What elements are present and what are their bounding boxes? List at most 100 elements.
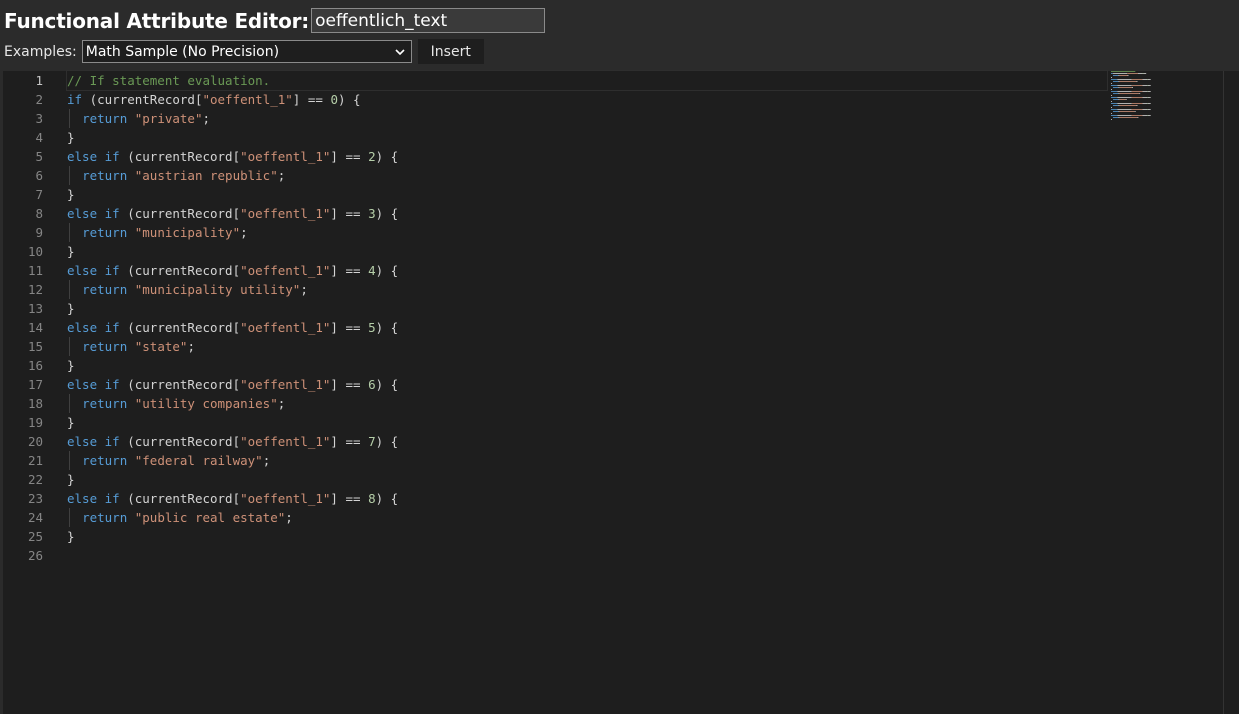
indent-guide xyxy=(69,451,70,470)
code-token-keyword: else if xyxy=(67,434,120,449)
code-line[interactable]: else if (currentRecord["oeffentl_1"] == … xyxy=(67,261,1107,280)
code-token-plain: } xyxy=(67,244,75,259)
code-line[interactable]: else if (currentRecord["oeffentl_1"] == … xyxy=(67,489,1107,508)
code-line[interactable]: else if (currentRecord["oeffentl_1"] == … xyxy=(67,375,1107,394)
minimap-line xyxy=(1142,115,1147,116)
code-line[interactable]: // If statement evaluation. xyxy=(66,70,1108,91)
title-label: Functional Attribute Editor: xyxy=(4,8,310,33)
minimap-line xyxy=(1118,75,1120,76)
code-token-keyword: return xyxy=(82,453,128,468)
indent-guide xyxy=(69,508,70,527)
code-token-plain: ; xyxy=(277,396,286,411)
code-token-string: "oeffentl_1" xyxy=(240,263,331,278)
minimap-line xyxy=(1147,115,1148,116)
line-number: 26 xyxy=(27,548,43,563)
code-line[interactable]: return "austrian republic"; xyxy=(67,166,1107,185)
minimap-line xyxy=(1147,97,1148,98)
minimap-line xyxy=(1148,79,1151,80)
line-number: 5 xyxy=(35,149,43,164)
code-editor[interactable]: 1 2 3 4 5 6 7 8 9 10 11 12 13 14 15 16 17 18 19 20 21 22 23 24 2… xyxy=(3,70,1239,714)
line-number: 12 xyxy=(27,282,43,297)
minimap-line xyxy=(1118,87,1120,88)
vertical-scrollbar[interactable] xyxy=(1223,71,1239,714)
line-number: 19 xyxy=(27,415,43,430)
code-token-plain: (currentRecord[ xyxy=(119,320,241,335)
code-line[interactable] xyxy=(67,546,1107,565)
minimap-line xyxy=(1111,71,1136,72)
minimap-line xyxy=(1127,75,1129,76)
line-number: 9 xyxy=(35,225,43,240)
code-line[interactable]: } xyxy=(67,413,1107,432)
code-line[interactable]: } xyxy=(67,299,1107,318)
examples-select[interactable]: Math Sample (No Precision) xyxy=(81,40,412,63)
minimap-line xyxy=(1134,111,1136,112)
minimap-line xyxy=(1117,115,1132,116)
chevron-down-icon xyxy=(395,48,405,55)
code-line[interactable]: return "utility companies"; xyxy=(67,394,1107,413)
minimap-line xyxy=(1142,97,1147,98)
code-line[interactable]: if (currentRecord["oeffentl_1"] == 0) { xyxy=(67,90,1107,109)
minimap-line xyxy=(1118,81,1120,82)
code-line[interactable]: } xyxy=(67,527,1107,546)
minimap-line xyxy=(1142,73,1144,74)
minimap-line xyxy=(1131,85,1143,86)
minimap-line xyxy=(1111,109,1118,110)
line-number: 3 xyxy=(35,111,43,126)
code-area[interactable]: // If statement evaluation. if (currentRe… xyxy=(66,70,1108,565)
code-line[interactable]: else if (currentRecord["oeffentl_1"] == … xyxy=(67,147,1107,166)
minimap-line xyxy=(1131,115,1143,116)
code-token-string: "oeffentl_1" xyxy=(240,377,331,392)
code-token-plain: } xyxy=(67,187,75,202)
code-line[interactable]: return "federal railway"; xyxy=(67,451,1107,470)
code-line[interactable]: else if (currentRecord["oeffentl_1"] == … xyxy=(67,318,1107,337)
code-line[interactable]: } xyxy=(67,185,1107,204)
code-line[interactable]: } xyxy=(67,356,1107,375)
minimap-line xyxy=(1117,91,1132,92)
code-token-number: 0 xyxy=(330,92,338,107)
minimap-line xyxy=(1125,99,1127,100)
minimap-line xyxy=(1111,115,1118,116)
code-token-plain: ) { xyxy=(375,149,399,164)
code-token-plain: ) { xyxy=(375,206,399,221)
code-line[interactable]: return "municipality utility"; xyxy=(67,280,1107,299)
minimap-line xyxy=(1111,113,1112,114)
insert-button[interactable]: Insert xyxy=(417,39,484,64)
code-token-plain: (currentRecord[ xyxy=(119,149,241,164)
line-number: 2 xyxy=(35,92,43,107)
code-line[interactable]: else if (currentRecord["oeffentl_1"] == … xyxy=(67,204,1107,223)
code-line[interactable]: return "municipality"; xyxy=(67,223,1107,242)
minimap-line xyxy=(1131,97,1143,98)
code-token-string: "austrian republic" xyxy=(134,168,278,183)
code-token-plain: (currentRecord[ xyxy=(119,206,241,221)
code-token-plain: ; xyxy=(240,225,248,240)
code-line[interactable]: return "private"; xyxy=(67,109,1107,128)
minimap-line xyxy=(1136,81,1138,82)
line-number: 16 xyxy=(27,358,43,373)
code-line[interactable]: } xyxy=(67,470,1107,489)
minimap-line xyxy=(1113,87,1119,88)
line-number: 20 xyxy=(27,434,43,449)
code-line[interactable]: return "public real estate"; xyxy=(67,508,1107,527)
code-line[interactable]: else if (currentRecord["oeffentl_1"] == … xyxy=(67,432,1107,451)
line-number: 13 xyxy=(27,301,43,316)
line-number: 10 xyxy=(27,244,43,259)
minimap-line xyxy=(1119,99,1126,100)
code-token-plain: ] == xyxy=(330,149,369,164)
minimap-line xyxy=(1148,85,1151,86)
minimap-line xyxy=(1148,115,1151,116)
code-minimap[interactable] xyxy=(1110,71,1220,131)
minimap-line xyxy=(1113,111,1119,112)
code-line[interactable]: } xyxy=(67,128,1107,147)
code-token-plain: ] == xyxy=(330,263,369,278)
code-line[interactable]: } xyxy=(67,242,1107,261)
minimap-line xyxy=(1111,107,1112,108)
code-token-keyword: if xyxy=(67,92,83,107)
attribute-name-input[interactable] xyxy=(311,8,546,33)
minimap-line xyxy=(1111,91,1118,92)
minimap-line xyxy=(1142,103,1147,104)
code-token-keyword: return xyxy=(82,339,128,354)
code-token-keyword: else if xyxy=(67,206,120,221)
code-line[interactable]: return "state"; xyxy=(67,337,1107,356)
